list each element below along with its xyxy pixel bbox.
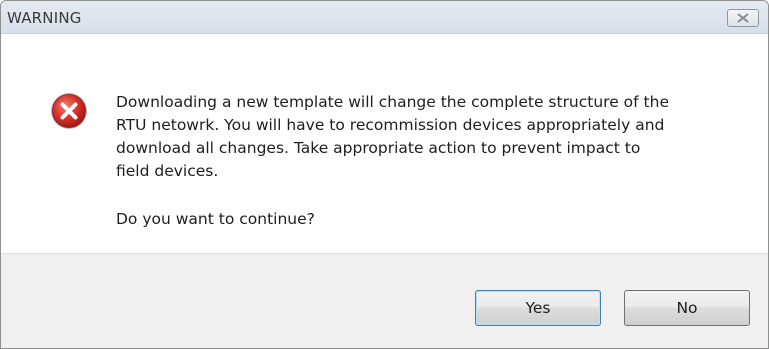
close-button[interactable] <box>727 9 759 27</box>
question-text: Do you want to continue? <box>116 210 315 228</box>
message-line: download all changes. Take appropriate a… <box>116 139 641 157</box>
yes-button[interactable]: Yes <box>475 290 601 326</box>
message-line: Downloading a new template will change t… <box>116 93 669 111</box>
message-line: RTU netowrk. You will have to recommissi… <box>116 116 665 134</box>
error-icon <box>50 92 88 130</box>
warning-dialog: WARNING Downloading a new template will … <box>0 0 769 349</box>
dialog-content: Downloading a new template will change t… <box>1 34 768 252</box>
no-button[interactable]: No <box>624 290 750 326</box>
title-bar[interactable]: WARNING <box>1 1 768 34</box>
message-text: Downloading a new template will change t… <box>116 91 716 183</box>
button-bar: Yes No <box>1 253 768 348</box>
window-title: WARNING <box>7 9 82 27</box>
close-icon <box>737 13 749 23</box>
message-line: field devices. <box>116 162 219 180</box>
